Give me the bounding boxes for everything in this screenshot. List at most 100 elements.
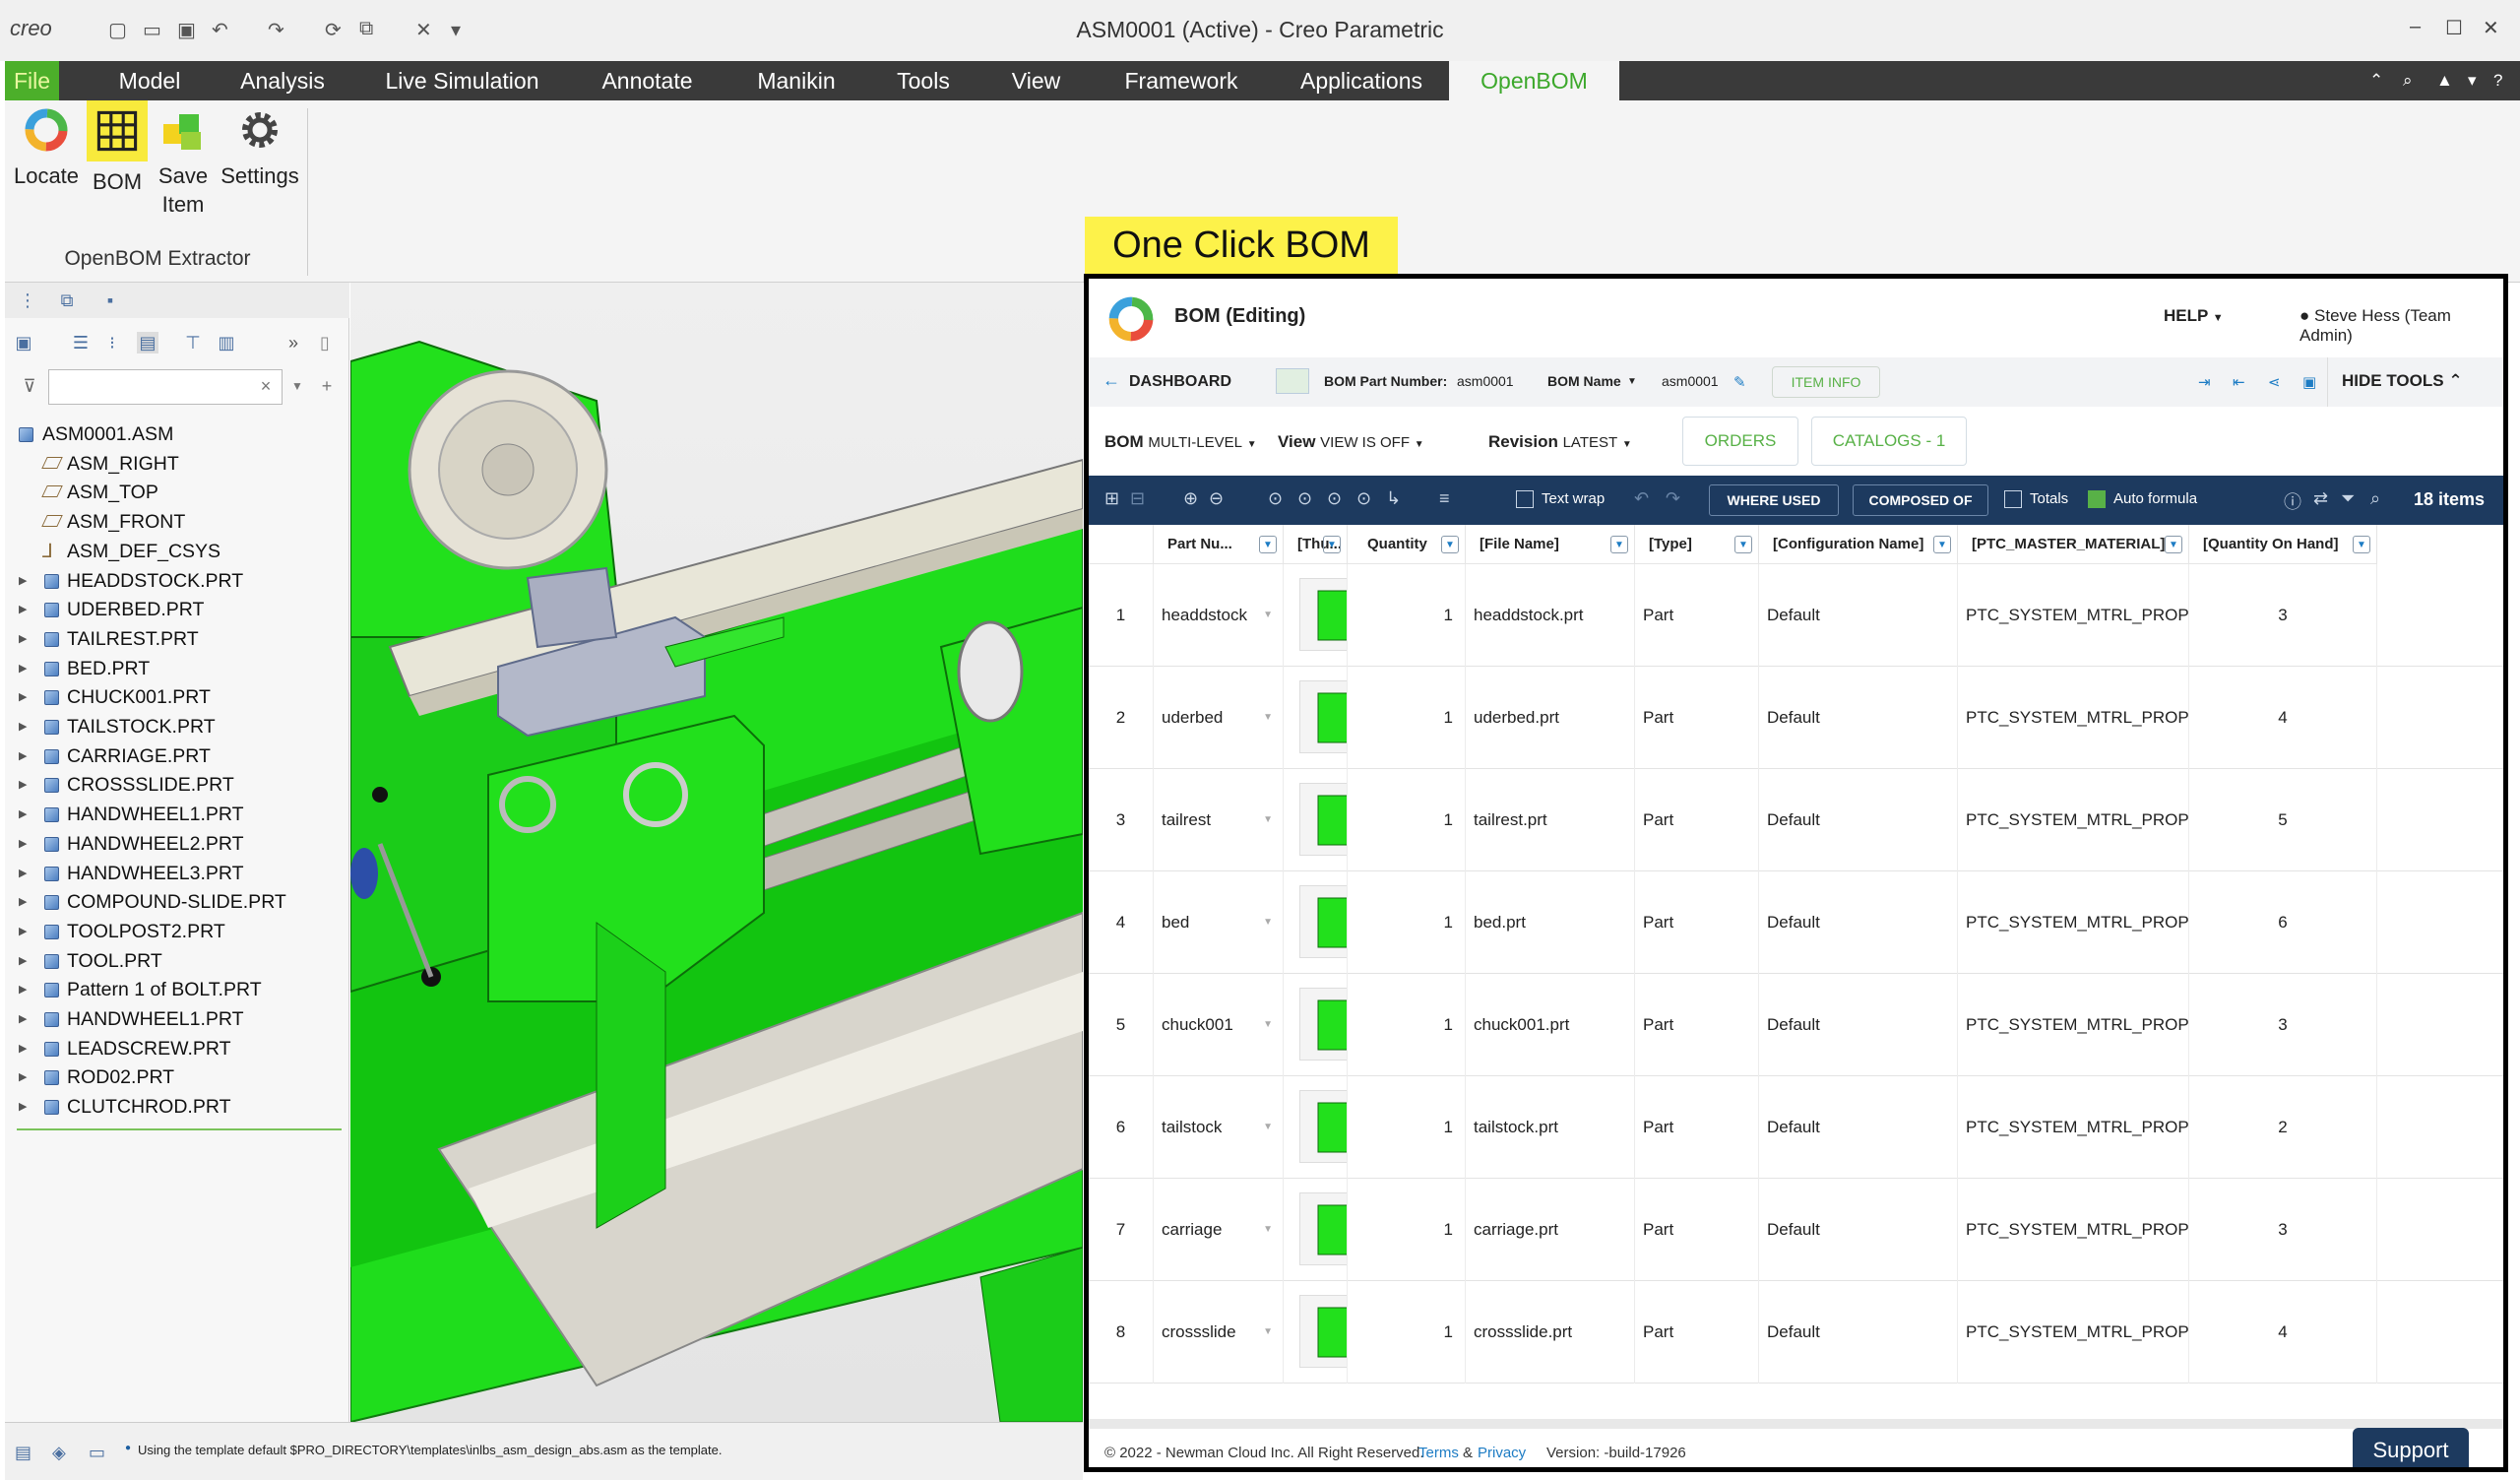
move-up-icon[interactable]: ⊙ <box>1268 488 1283 509</box>
type-cell[interactable]: Part <box>1635 564 1759 667</box>
column-filter-icon[interactable]: ▼ <box>2165 536 2182 553</box>
quantity-on-hand-cell[interactable]: 2 <box>2189 1076 2377 1179</box>
table-row[interactable]: 2 uderbed ▼ 1 uderbed.prt Part Default PTC_SYST… <box>1089 667 2503 769</box>
quantity-on-hand-cell[interactable]: 5 <box>2189 769 2377 871</box>
part-number-cell[interactable]: tailstock ▼ <box>1154 1076 1284 1179</box>
expand-arrow-icon[interactable]: ▶ <box>19 742 27 771</box>
expand-arrow-icon[interactable]: ▶ <box>19 596 27 624</box>
material-cell[interactable]: PTC_SYSTEM_MTRL_PROPS <box>1958 871 2189 974</box>
navigator-toggle-icon[interactable]: ▤ <box>15 1443 32 1463</box>
column-filter-icon[interactable]: ▼ <box>1734 536 1752 553</box>
column-header[interactable]: Part Nu... ▼ <box>1154 525 1284 564</box>
user-menu[interactable]: ● Steve Hess (Team Admin) <box>2300 306 2503 346</box>
column-header[interactable]: [PTC_MASTER_MATERIAL] ▼ <box>1958 525 2189 564</box>
thumbnail-cell[interactable] <box>1284 1179 1348 1281</box>
thumbnail-cell[interactable] <box>1284 667 1348 769</box>
expand-arrow-icon[interactable]: ▶ <box>19 1005 27 1034</box>
thumbnail-cell[interactable] <box>1284 564 1348 667</box>
browser-toggle-icon[interactable]: ◈ <box>52 1443 66 1463</box>
indent-icon[interactable]: ↳ <box>1386 488 1401 509</box>
tab-openbom[interactable]: OpenBOM <box>1449 61 1619 100</box>
table-row[interactable]: 1 headdstock ▼ 1 headdstock.prt Part Default PT… <box>1089 564 2503 667</box>
type-cell[interactable]: Part <box>1635 974 1759 1076</box>
tab-framework[interactable]: Framework <box>1107 61 1255 100</box>
quantity-on-hand-cell[interactable]: 4 <box>2189 667 2377 769</box>
quantity-on-hand-cell[interactable]: 6 <box>2189 871 2377 974</box>
file-name-cell[interactable]: crossslide.prt <box>1466 1281 1635 1383</box>
favorites-icon[interactable]: ▪ <box>99 290 121 311</box>
view-dropdown[interactable]: View VIEW IS OFF ▼ <box>1278 432 1424 452</box>
quantity-cell[interactable]: 1 <box>1348 769 1466 871</box>
material-cell[interactable]: PTC_SYSTEM_MTRL_PROPS <box>1958 564 2189 667</box>
part-number-cell[interactable]: headdstock ▼ <box>1154 564 1284 667</box>
type-cell[interactable]: Part <box>1635 1281 1759 1383</box>
graphics-viewport[interactable] <box>349 283 1084 1424</box>
learning-icon[interactable]: ▲ <box>2436 61 2453 100</box>
auto-formula-checkbox[interactable] <box>2088 490 2106 508</box>
where-used-button[interactable]: WHERE USED <box>1709 484 1839 516</box>
row-dropdown-icon[interactable]: ▼ <box>1263 564 1273 667</box>
table-row[interactable]: 4 bed ▼ 1 bed.prt Part Default PTC_SYSTEM_MTRL_… <box>1089 871 2503 974</box>
quantity-cell[interactable]: 1 <box>1348 1179 1466 1281</box>
orders-button[interactable]: ORDERS <box>1682 417 1798 466</box>
row-dropdown-icon[interactable]: ▼ <box>1263 667 1273 769</box>
type-cell[interactable]: Part <box>1635 667 1759 769</box>
thumbnail-cell[interactable] <box>1284 769 1348 871</box>
settings-button[interactable]: Settings <box>218 100 302 190</box>
search-icon[interactable]: ⌕ <box>2403 61 2413 100</box>
column-filter-icon[interactable]: ▼ <box>2353 536 2370 553</box>
share-icon[interactable]: ⋖ <box>2268 373 2281 391</box>
more-icon[interactable]: » <box>283 332 304 354</box>
quantity-on-hand-cell[interactable]: 4 <box>2189 1281 2377 1383</box>
locate-button[interactable]: Locate <box>13 100 80 190</box>
row-dropdown-icon[interactable]: ▼ <box>1263 871 1273 974</box>
type-cell[interactable]: Part <box>1635 769 1759 871</box>
bom-type-dropdown[interactable]: BOM MULTI-LEVEL ▼ <box>1104 432 1257 452</box>
tab-live-simulation[interactable]: Live Simulation <box>371 61 553 100</box>
quantity-cell[interactable]: 1 <box>1348 1281 1466 1383</box>
tab-annotate[interactable]: Annotate <box>586 61 709 100</box>
folder-browser-icon[interactable]: ⧉ <box>56 290 78 311</box>
thumbnail-cell[interactable] <box>1284 871 1348 974</box>
file-name-cell[interactable]: headdstock.prt <box>1466 564 1635 667</box>
type-cell[interactable]: Part <box>1635 1179 1759 1281</box>
expand-arrow-icon[interactable]: ▶ <box>19 918 27 946</box>
lathe-model[interactable] <box>349 283 1084 1424</box>
expand-arrow-icon[interactable]: ▶ <box>19 771 27 800</box>
type-cell[interactable]: Part <box>1635 1076 1759 1179</box>
column-header[interactable]: [Type] ▼ <box>1635 525 1759 564</box>
columns-icon[interactable]: ▥ <box>216 332 237 354</box>
tab-file[interactable]: File <box>5 61 59 100</box>
edit-pencil-icon[interactable]: ✎ <box>1733 373 1746 391</box>
configuration-cell[interactable]: Default <box>1759 667 1958 769</box>
hierarchy-icon[interactable]: ⊞ <box>1104 488 1119 509</box>
expand-arrow-icon[interactable]: ▶ <box>19 625 27 654</box>
back-arrow-icon[interactable]: ← <box>1102 370 1120 391</box>
hide-tools-button[interactable]: HIDE TOOLS ⌃ <box>2342 371 2463 391</box>
move-left-icon[interactable]: ⊙ <box>1327 488 1342 509</box>
material-cell[interactable]: PTC_SYSTEM_MTRL_PROPS <box>1958 769 2189 871</box>
catalogs-button[interactable]: CATALOGS - 1 <box>1811 417 1967 466</box>
quantity-cell[interactable]: 1 <box>1348 1076 1466 1179</box>
show-icon[interactable]: ▤ <box>137 332 158 354</box>
privacy-link[interactable]: Privacy <box>1478 1445 1526 1461</box>
help-menu[interactable]: HELP ▼ <box>2164 306 2224 326</box>
composed-of-button[interactable]: COMPOSED OF <box>1853 484 1988 516</box>
info-icon[interactable]: ⓘ <box>2284 488 2301 514</box>
hierarchy-remove-icon[interactable]: ⊟ <box>1130 488 1145 509</box>
file-name-cell[interactable]: bed.prt <box>1466 871 1635 974</box>
filter-icon[interactable]: ⊽ <box>19 375 40 397</box>
text-wrap-checkbox[interactable] <box>1516 490 1534 508</box>
tree-detail-icon[interactable]: ⁝ <box>101 332 123 354</box>
material-cell[interactable]: PTC_SYSTEM_MTRL_PROPS <box>1958 1076 2189 1179</box>
column-header[interactable]: [Thu... ▼ <box>1284 525 1348 564</box>
import-icon[interactable]: ⇤ <box>2233 373 2245 391</box>
tab-model[interactable]: Model <box>100 61 199 100</box>
minimize-icon[interactable]: – <box>2410 16 2421 38</box>
expand-arrow-icon[interactable]: ▶ <box>19 567 27 596</box>
expand-arrow-icon[interactable]: ▶ <box>19 1035 27 1063</box>
material-cell[interactable]: PTC_SYSTEM_MTRL_PROPS <box>1958 1281 2189 1383</box>
swap-icon[interactable]: ⇄ <box>2313 488 2328 509</box>
configuration-cell[interactable]: Default <box>1759 1179 1958 1281</box>
terms-link[interactable]: Terms <box>1418 1445 1459 1461</box>
